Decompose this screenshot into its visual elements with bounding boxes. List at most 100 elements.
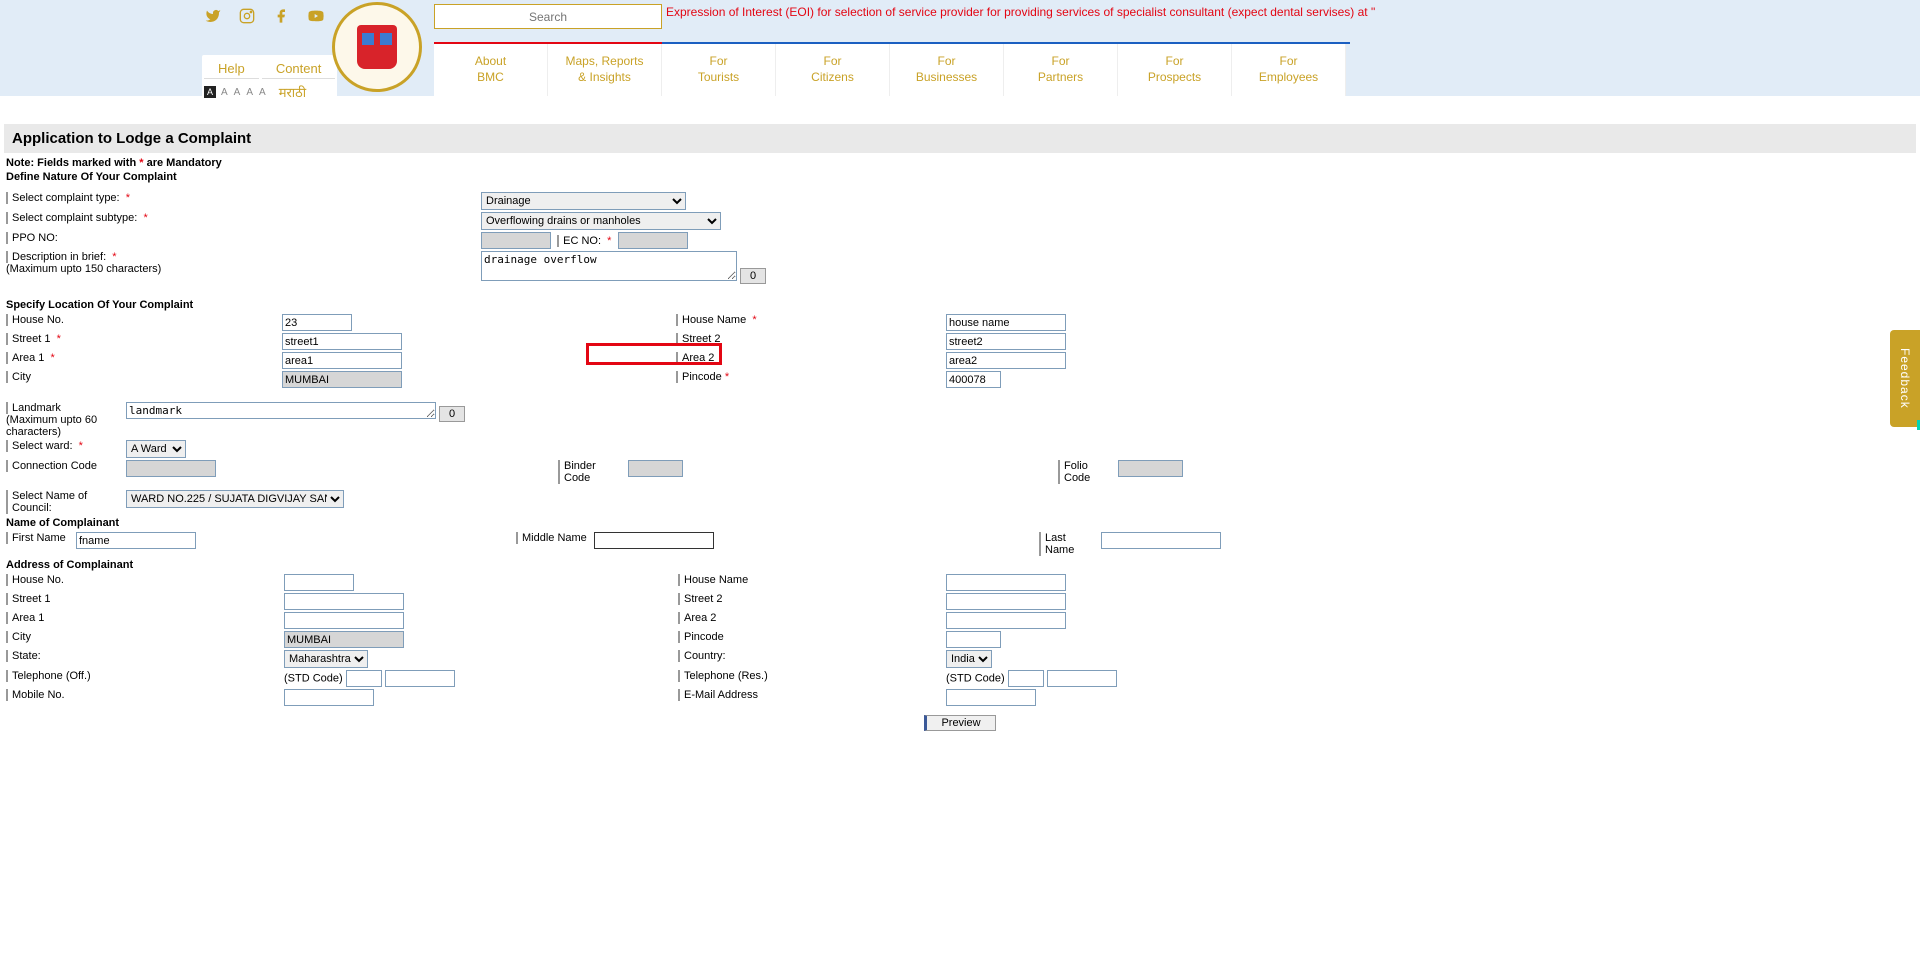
- youtube-icon[interactable]: [307, 8, 325, 29]
- input-area2-loc[interactable]: [946, 352, 1066, 369]
- font-size-a3[interactable]: A: [246, 87, 253, 98]
- select-complaint-subtype[interactable]: Overflowing drains or manholes: [481, 212, 721, 230]
- label-tel-off: Telephone (Off.): [6, 670, 96, 682]
- landmark-hint1: (Maximum upto 60: [6, 414, 97, 426]
- input-city-loc: [282, 371, 402, 388]
- search-input[interactable]: [434, 4, 662, 29]
- label-pincode-addr: Pincode: [678, 631, 768, 643]
- input-ec-no: [618, 232, 688, 249]
- input-last-name[interactable]: [1101, 532, 1221, 549]
- input-house-name-addr[interactable]: [946, 574, 1066, 591]
- select-ward[interactable]: A Ward: [126, 440, 186, 458]
- font-size-a4[interactable]: A: [259, 87, 266, 98]
- input-first-name[interactable]: [76, 532, 196, 549]
- input-folio-code: [1118, 460, 1183, 477]
- label-mobile: Mobile No.: [6, 689, 96, 701]
- select-council[interactable]: WARD NO.225 / SUJATA DIGVIJAY SANAP: [126, 490, 344, 508]
- nav-about-bmc[interactable]: AboutBMC: [434, 44, 548, 96]
- label-landmark: Landmark: [6, 402, 96, 414]
- label-std-res: (STD Code): [946, 673, 1005, 685]
- font-size-a2[interactable]: A: [234, 87, 241, 98]
- input-telephone-res-std[interactable]: [1008, 670, 1044, 687]
- main-nav: AboutBMC Maps, Reports& Insights ForTour…: [434, 44, 1346, 96]
- input-mobile[interactable]: [284, 689, 374, 706]
- nav-citizens[interactable]: ForCitizens: [776, 44, 890, 96]
- label-std-off: (STD Code): [284, 673, 343, 685]
- label-street1-loc: Street 1 *: [6, 333, 96, 345]
- label-house-name-addr: House Name: [678, 574, 768, 586]
- bmc-logo[interactable]: [332, 2, 422, 92]
- input-ppo-no: [481, 232, 551, 249]
- label-email: E-Mail Address: [678, 689, 768, 701]
- input-area2-addr[interactable]: [946, 612, 1066, 629]
- label-house-no-loc: House No.: [6, 314, 96, 326]
- input-connection-code: [126, 460, 216, 477]
- input-house-no-addr[interactable]: [284, 574, 354, 591]
- feedback-tab[interactable]: Feedback: [1890, 330, 1920, 427]
- instagram-icon[interactable]: [239, 8, 255, 29]
- nav-maps-reports[interactable]: Maps, Reports& Insights: [548, 44, 662, 96]
- input-email[interactable]: [946, 689, 1036, 706]
- input-street1-addr[interactable]: [284, 593, 404, 610]
- landmark-char-counter: 0: [439, 406, 465, 422]
- label-first-name: First Name: [6, 532, 66, 544]
- label-city-loc: City: [6, 371, 96, 383]
- label-select-ward: Select ward: *: [6, 440, 96, 452]
- input-street2-loc[interactable]: [946, 333, 1066, 350]
- desc-hint: (Maximum upto 150 characters): [6, 263, 161, 275]
- select-complaint-type[interactable]: Drainage: [481, 192, 686, 210]
- input-house-no-loc[interactable]: [282, 314, 352, 331]
- section-complainant: Name of Complainant: [4, 515, 1916, 531]
- input-area1-loc[interactable]: [282, 352, 402, 369]
- nav-tourists[interactable]: ForTourists: [662, 44, 776, 96]
- preview-button[interactable]: Preview: [924, 715, 995, 731]
- label-pincode-loc: Pincode *: [676, 371, 766, 383]
- label-connection-code: Connection Code: [6, 460, 97, 472]
- label-street2-addr: Street 2: [678, 593, 768, 605]
- input-pincode-loc[interactable]: [946, 371, 1001, 388]
- label-ec-no: EC NO: *: [557, 235, 611, 247]
- top-header-band: Help Content A A A A A मराठी Expression …: [0, 0, 1920, 96]
- highlight-box: [586, 343, 722, 365]
- select-country[interactable]: India: [946, 650, 992, 668]
- landmark-hint2: characters): [6, 426, 61, 438]
- select-state[interactable]: Maharashtra: [284, 650, 368, 668]
- label-area2-addr: Area 2: [678, 612, 768, 624]
- input-binder-code: [628, 460, 683, 477]
- language-marathi[interactable]: मराठी: [279, 83, 306, 101]
- label-select-council: Select Name of Council:: [6, 490, 122, 514]
- help-content-box: Help Content A A A A A मराठी: [202, 55, 337, 107]
- input-city-addr: [284, 631, 404, 648]
- label-ppo-no: PPO NO:: [6, 232, 96, 244]
- label-complaint-type: Select complaint type: *: [6, 192, 130, 204]
- content-link[interactable]: Content: [262, 59, 336, 79]
- label-folio-code: Folio Code: [1058, 460, 1114, 484]
- label-area1-loc: Area 1 *: [6, 352, 96, 364]
- input-area1-addr[interactable]: [284, 612, 404, 629]
- nav-businesses[interactable]: ForBusinesses: [890, 44, 1004, 96]
- input-telephone-off[interactable]: [385, 670, 455, 687]
- section-address: Address of Complainant: [4, 557, 1916, 573]
- input-street2-addr[interactable]: [946, 593, 1066, 610]
- news-ticker[interactable]: Expression of Interest (EOI) for selecti…: [666, 5, 1375, 19]
- label-middle-name: Middle Name: [516, 532, 587, 544]
- twitter-icon[interactable]: [205, 8, 221, 29]
- label-last-name: Last Name: [1039, 532, 1097, 556]
- input-telephone-res[interactable]: [1047, 670, 1117, 687]
- textarea-description[interactable]: drainage overflow: [481, 251, 737, 281]
- help-link[interactable]: Help: [204, 59, 259, 79]
- textarea-landmark[interactable]: landmark: [126, 402, 436, 419]
- input-pincode-addr[interactable]: [946, 631, 1001, 648]
- input-street1-loc[interactable]: [282, 333, 402, 350]
- input-middle-name[interactable]: [594, 532, 714, 549]
- facebook-icon[interactable]: [273, 8, 289, 29]
- contrast-toggle[interactable]: A: [204, 86, 216, 98]
- nav-employees[interactable]: ForEmployees: [1232, 44, 1346, 96]
- nav-partners[interactable]: ForPartners: [1004, 44, 1118, 96]
- label-tel-res: Telephone (Res.): [678, 670, 768, 682]
- input-house-name-loc[interactable]: [946, 314, 1066, 331]
- font-size-a1[interactable]: A: [221, 87, 228, 98]
- input-telephone-off-std[interactable]: [346, 670, 382, 687]
- mandatory-note: Note: Fields marked with * are Mandatory: [4, 153, 1916, 169]
- nav-prospects[interactable]: ForProspects: [1118, 44, 1232, 96]
